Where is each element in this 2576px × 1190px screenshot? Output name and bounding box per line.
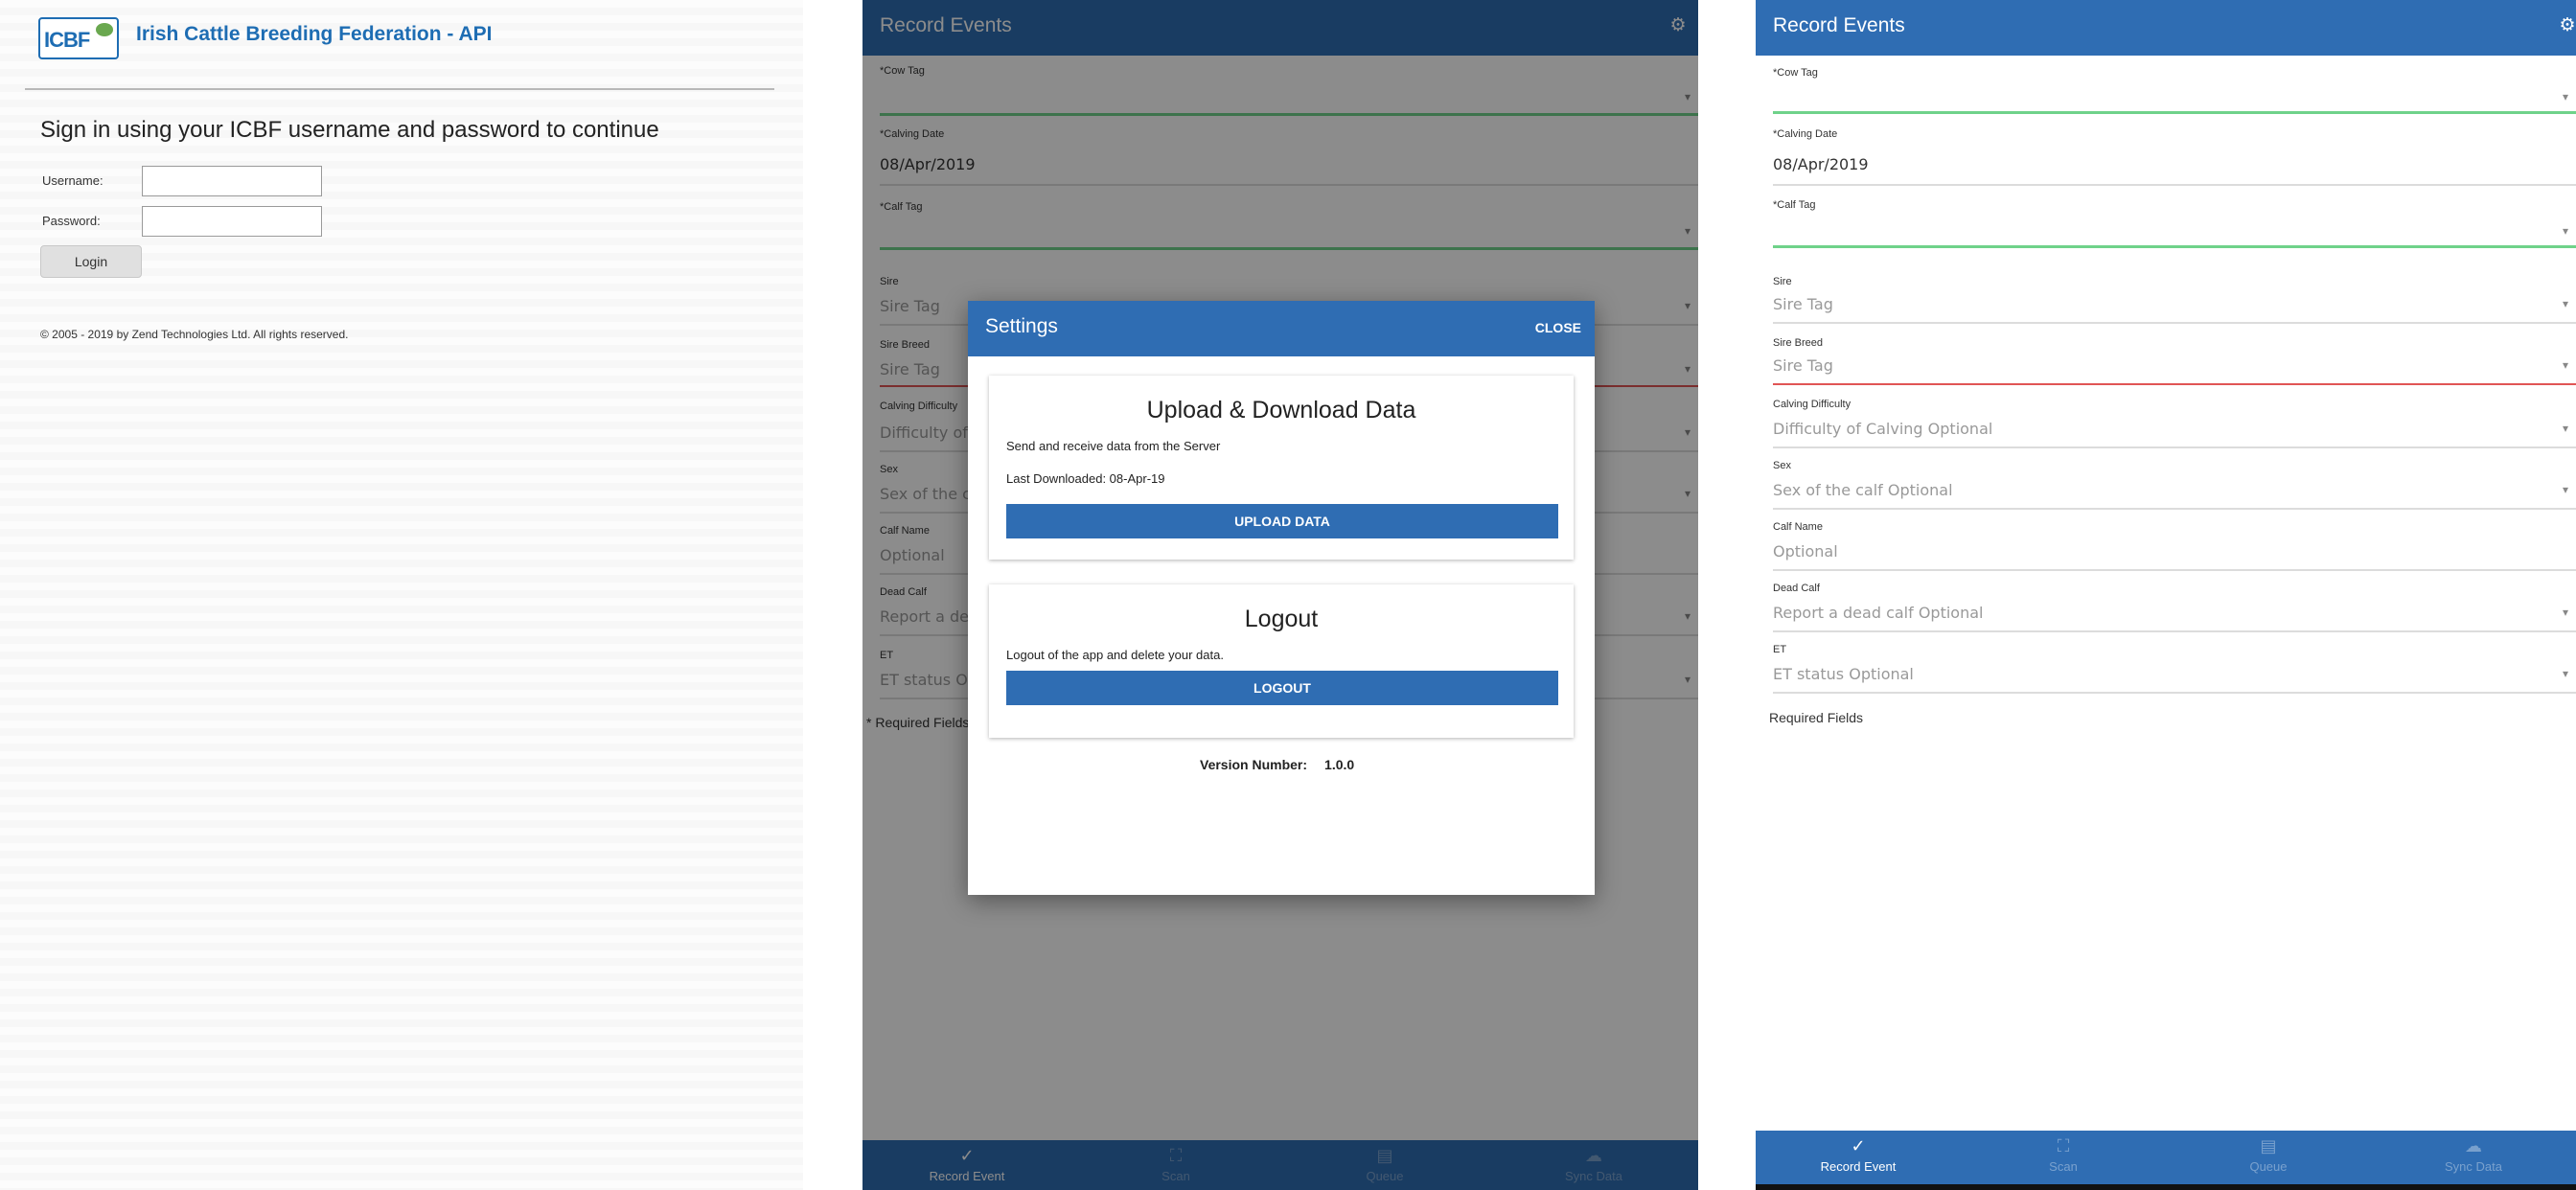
chevron-down-icon: ▾ bbox=[2562, 483, 2568, 496]
sex-field[interactable]: Sex Sex of the calf Optional ▾ bbox=[1773, 460, 2576, 514]
cow-icon bbox=[96, 23, 113, 36]
field-value: Difficulty of Calving Optional bbox=[1773, 420, 1993, 438]
version-number: 1.0.0 bbox=[1324, 757, 1355, 772]
upload-download-card: Upload & Download Data Send and receive … bbox=[989, 376, 1574, 560]
field-underline bbox=[1773, 245, 2576, 248]
nav-label: Sync Data bbox=[2445, 1159, 2502, 1174]
field-label: Sire bbox=[1773, 276, 1792, 287]
app-title: Record Events bbox=[1773, 14, 1905, 36]
upload-data-button[interactable]: UPLOAD DATA bbox=[1006, 504, 1558, 538]
username-input[interactable] bbox=[142, 166, 322, 196]
gear-icon[interactable]: ⚙ bbox=[2557, 14, 2576, 35]
field-underline bbox=[1773, 692, 2576, 694]
site-title: Irish Cattle Breeding Federation - API bbox=[136, 23, 493, 45]
signin-heading: Sign in using your ICBF username and pas… bbox=[40, 117, 659, 143]
nav-label: Scan bbox=[2049, 1159, 2078, 1174]
field-underline bbox=[1773, 111, 2576, 114]
field-label: *Cow Tag bbox=[1773, 67, 1818, 79]
card-heading: Logout bbox=[1244, 606, 1319, 632]
card-description: Send and receive data from the Server bbox=[1006, 439, 1221, 453]
field-underline bbox=[1773, 630, 2576, 632]
calving-date-field[interactable]: *Calving Date 08/Apr/2019 bbox=[1773, 128, 2576, 188]
field-value: ET status Optional bbox=[1773, 665, 1914, 683]
login-panel: ICBF Irish Cattle Breeding Federation - … bbox=[0, 0, 803, 1190]
dead-calf-field[interactable]: Dead Calf Report a dead calf Optional ▾ bbox=[1773, 583, 2576, 636]
calving-difficulty-field[interactable]: Calving Difficulty Difficulty of Calving… bbox=[1773, 399, 2576, 452]
modal-header: Settings CLOSE bbox=[968, 301, 1595, 356]
header-divider bbox=[25, 88, 774, 90]
chevron-down-icon: ▾ bbox=[2562, 358, 2568, 372]
calf-name-field[interactable]: Calf Name Optional bbox=[1773, 521, 2576, 575]
field-value: Sire Tag bbox=[1773, 295, 1833, 313]
field-underline bbox=[1773, 383, 2576, 385]
required-note: Required Fields bbox=[1769, 710, 1864, 725]
field-underline bbox=[1773, 184, 2576, 186]
icbf-logo: ICBF bbox=[38, 17, 119, 59]
field-label: Calving Difficulty bbox=[1773, 399, 1852, 410]
logout-card: Logout Logout of the app and delete your… bbox=[989, 584, 1574, 738]
field-underline bbox=[1773, 322, 2576, 324]
field-value: Sire Tag bbox=[1773, 356, 1833, 375]
app-bar: Record Events ⚙ bbox=[1756, 0, 2576, 56]
system-bar bbox=[1756, 1184, 2576, 1190]
username-label: Username: bbox=[42, 173, 104, 188]
field-underline bbox=[1773, 569, 2576, 571]
card-description: Logout of the app and delete your data. bbox=[1006, 648, 1224, 662]
field-label: Sire Breed bbox=[1773, 337, 1823, 349]
field-label: Calf Name bbox=[1773, 521, 1823, 533]
record-events-panel: Record Events ⚙ *Cow Tag ▾ *Calving Date… bbox=[1756, 0, 2576, 1190]
nav-sync-data[interactable]: ☁ Sync Data bbox=[2371, 1131, 2576, 1182]
nav-scan[interactable]: ⛶ Scan bbox=[1961, 1131, 2166, 1182]
card-heading: Upload & Download Data bbox=[1146, 397, 1416, 423]
chevron-down-icon: ▾ bbox=[2562, 224, 2568, 238]
field-label: ET bbox=[1773, 644, 1787, 655]
field-value: 08/Apr/2019 bbox=[1773, 155, 1869, 173]
nav-queue[interactable]: ▤ Queue bbox=[2166, 1131, 2371, 1182]
field-label: *Calving Date bbox=[1773, 128, 1838, 140]
logo-text: ICBF bbox=[44, 28, 90, 52]
page-background bbox=[0, 0, 803, 1190]
modal-title: Settings bbox=[985, 315, 1058, 337]
close-button[interactable]: CLOSE bbox=[1535, 320, 1581, 335]
chevron-down-icon: ▾ bbox=[2562, 606, 2568, 619]
field-underline bbox=[1773, 446, 2576, 448]
scan-icon: ⛶ bbox=[2057, 1136, 2070, 1156]
version-label: Version Number: bbox=[1200, 757, 1308, 772]
cow-tag-field[interactable]: *Cow Tag ▾ bbox=[1773, 67, 2576, 121]
nav-label: Record Event bbox=[1820, 1159, 1897, 1174]
field-value: Sex of the calf Optional bbox=[1773, 481, 1953, 499]
settings-modal: Settings CLOSE Upload & Download Data Se… bbox=[968, 301, 1595, 895]
version-info: Version Number: 1.0.0 bbox=[1200, 757, 1354, 772]
chevron-down-icon: ▾ bbox=[2562, 667, 2568, 680]
nav-record-event[interactable]: ✓ Record Event bbox=[1756, 1131, 1961, 1182]
chevron-down-icon: ▾ bbox=[2562, 422, 2568, 435]
password-input[interactable] bbox=[142, 206, 322, 237]
field-value: Report a dead calf Optional bbox=[1773, 604, 1984, 622]
field-label: Dead Calf bbox=[1773, 583, 1820, 594]
queue-icon: ▤ bbox=[2260, 1136, 2277, 1156]
copyright-text: © 2005 - 2019 by Zend Technologies Ltd. … bbox=[40, 328, 349, 341]
chevron-down-icon: ▾ bbox=[2562, 90, 2568, 103]
field-value: Optional bbox=[1773, 542, 1838, 561]
bottom-nav: ✓ Record Event ⛶ Scan ▤ Queue ☁ Sync Dat… bbox=[1756, 1131, 2576, 1184]
login-button[interactable]: Login bbox=[40, 245, 142, 278]
field-label: *Calf Tag bbox=[1773, 199, 1816, 211]
password-label: Password: bbox=[42, 214, 101, 228]
settings-panel: Record Events ⚙ *Cow Tag ▾ *Calving Date… bbox=[862, 0, 1698, 1190]
logout-button[interactable]: LOGOUT bbox=[1006, 671, 1558, 705]
nav-label: Queue bbox=[2249, 1159, 2288, 1174]
sire-field[interactable]: Sire Sire Tag ▾ bbox=[1773, 276, 2576, 330]
last-downloaded-text: Last Downloaded: 08-Apr-19 bbox=[1006, 471, 1165, 486]
sire-breed-field[interactable]: Sire Breed Sire Tag ▾ bbox=[1773, 337, 2576, 391]
et-field[interactable]: ET ET status Optional ▾ bbox=[1773, 644, 2576, 698]
field-label: Sex bbox=[1773, 460, 1791, 471]
chevron-down-icon: ▾ bbox=[2562, 297, 2568, 310]
check-icon: ✓ bbox=[1851, 1136, 1866, 1156]
cloud-icon: ☁ bbox=[2465, 1136, 2482, 1156]
field-underline bbox=[1773, 508, 2576, 510]
calf-tag-field[interactable]: *Calf Tag ▾ bbox=[1773, 199, 2576, 253]
